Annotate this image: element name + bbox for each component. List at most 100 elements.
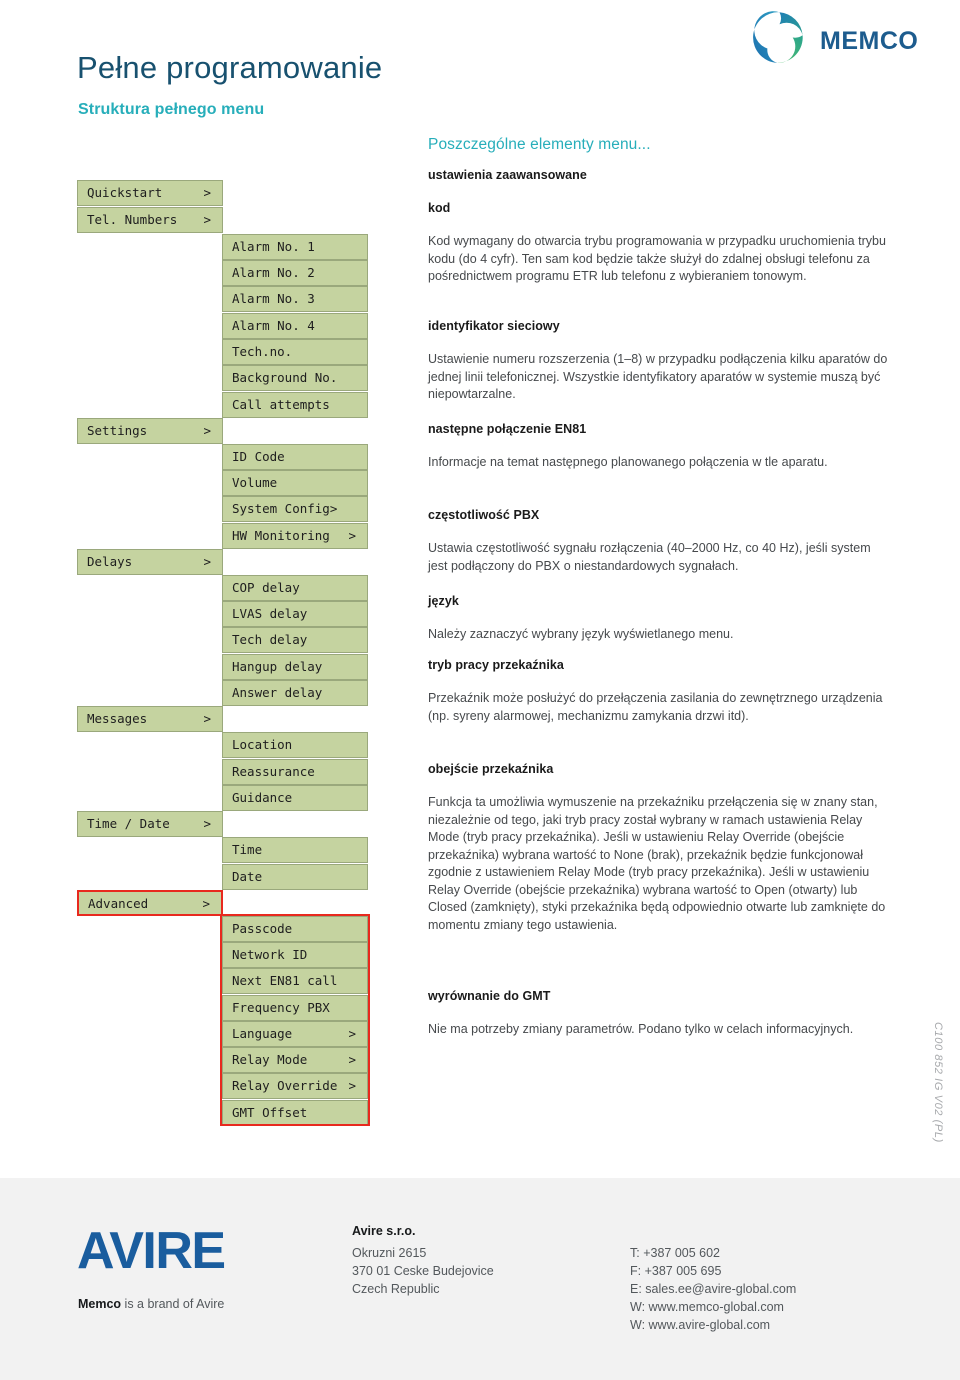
menu-item-label: ID Code [232,449,285,464]
chevron-right-icon: > [348,1078,356,1093]
chevron-right-icon: > [203,185,211,200]
chevron-right-icon: > [203,423,211,438]
menu-item[interactable]: Language > [222,1021,368,1047]
menu-item[interactable]: Network ID [222,942,368,968]
menu-item[interactable]: Time [222,837,368,863]
menu-item-label: Language [232,1026,293,1041]
menu-item[interactable]: Relay Override > [222,1073,368,1099]
chevron-right-icon: > [203,711,211,726]
menu-item-label: System Config> [232,501,338,516]
menu-item[interactable]: Alarm No. 3 [222,286,368,312]
details-section-title: ustawienia zaawansowane [428,168,587,182]
page-footer: AVIRE Memco is a brand of Avire Avire s.… [0,1178,960,1380]
menu-item-label: Alarm No. 3 [232,291,315,306]
menu-item-label: Call attempts [232,397,330,412]
chevron-right-icon: > [203,212,211,227]
menu-item-label: Date [232,869,263,884]
memco-logo: MEMCO [752,10,932,66]
menu-item[interactable]: Alarm No. 4 [222,313,368,339]
contact-details: T: +387 005 602 F: +387 005 695 E: sales… [630,1244,796,1334]
menu-item[interactable]: Volume [222,470,368,496]
menu-item[interactable]: Relay Mode > [222,1047,368,1073]
menu-item-label: Guidance [232,790,293,805]
menu-item[interactable]: Hangup delay [222,654,368,680]
menu-item-label: Tech delay [232,632,308,647]
detail-term: identyfikator sieciowy [428,319,560,333]
menu-item[interactable]: Tech delay [222,627,368,653]
chevron-right-icon: > [202,896,210,911]
chevron-right-icon: > [203,816,211,831]
menu-item[interactable]: LVAS delay [222,601,368,627]
brand-suffix: is a brand of Avire [121,1297,225,1311]
menu-item[interactable]: Frequency PBX [222,995,368,1021]
contact-web-avire[interactable]: W: www.avire-global.com [630,1316,796,1334]
menu-item[interactable]: Advanced > [77,890,223,916]
details-heading: Poszczególne elementy menu... [428,136,651,153]
detail-term: kod [428,201,451,215]
contact-web-memco[interactable]: W: www.memco-global.com [630,1298,796,1316]
menu-item-label: Relay Mode [232,1052,308,1067]
menu-item-label: HW Monitoring [232,528,330,543]
menu-item[interactable]: Alarm No. 1 [222,234,368,260]
menu-item[interactable]: System Config> [222,496,368,522]
detail-term: język [428,594,459,608]
menu-item[interactable]: Background No. [222,365,368,391]
menu-item[interactable]: Reassurance [222,759,368,785]
menu-item[interactable]: Tech.no. [222,339,368,365]
address-line: Okruzni 2615 [352,1246,427,1260]
contact-fax: F: +387 005 695 [630,1264,722,1278]
menu-item-label: Relay Override [232,1078,338,1093]
chevron-right-icon: > [348,528,356,543]
menu-item[interactable]: Alarm No. 2 [222,260,368,286]
menu-item-label: Alarm No. 4 [232,318,315,333]
menu-item-label: Time / Date [87,816,170,831]
detail-term: obejście przekaźnika [428,762,554,776]
document-code: C100 852 IG V02 (PL) [932,1022,944,1143]
detail-description: Nie ma potrzeby zmiany parametrów. Podan… [428,1022,854,1036]
menu-item-label: Delays [87,554,133,569]
menu-item[interactable]: ID Code [222,444,368,470]
menu-item[interactable]: HW Monitoring > [222,523,368,549]
address-line: Czech Republic [352,1282,440,1296]
menu-item-label: LVAS delay [232,606,308,621]
menu-item[interactable]: Tel. Numbers > [77,207,223,233]
menu-item[interactable]: Answer delay [222,680,368,706]
contact-phone: T: +387 005 602 [630,1246,721,1260]
chevron-right-icon: > [203,554,211,569]
menu-item[interactable]: Call attempts [222,392,368,418]
menu-item-label: Messages [87,711,148,726]
menu-item[interactable]: Quickstart > [77,180,223,206]
menu-item-label: Location [232,737,293,752]
menu-item[interactable]: Location [222,732,368,758]
detail-description: Funkcja ta umożliwia wymuszenie na przek… [428,795,886,932]
menu-item[interactable]: GMT Offset [222,1100,368,1126]
menu-item[interactable]: Passcode [222,916,368,942]
menu-item-label: Quickstart [87,185,163,200]
contact-email[interactable]: E: sales.ee@avire-global.com [630,1280,796,1298]
menu-item[interactable]: COP delay [222,575,368,601]
menu-item-label: Next EN81 call [232,973,338,988]
menu-item[interactable]: Date [222,864,368,890]
brand-line: Memco is a brand of Avire [78,1297,224,1311]
menu-item[interactable]: Guidance [222,785,368,811]
menu-item[interactable]: Delays > [77,549,223,575]
menu-item-label: GMT Offset [232,1105,308,1120]
detail-term: częstotliwość PBX [428,508,540,522]
chevron-right-icon: > [348,1052,356,1067]
menu-structure-diagram: Quickstart > Tel. Numbers > Settings > Delays >… [0,0,400,1140]
menu-item-label: Network ID [232,947,308,962]
menu-item[interactable]: Settings > [77,418,223,444]
menu-item-label: COP delay [232,580,300,595]
detail-description: Ustawia częstotliwość sygnału rozłączeni… [428,541,871,573]
menu-item-label: Alarm No. 1 [232,239,315,254]
menu-item-label: Passcode [232,921,293,936]
detail-description: Ustawienie numeru rozszerzenia (1–8) w p… [428,352,888,401]
menu-item[interactable]: Messages > [77,706,223,732]
menu-item-label: Answer delay [232,685,323,700]
menu-item[interactable]: Time / Date > [77,811,223,837]
detail-term: następne połączenie EN81 [428,422,587,436]
company-address: Avire s.r.o. Okruzni 2615 370 01 Ceske B… [352,1222,494,1298]
menu-item[interactable]: Next EN81 call [222,968,368,994]
company-name: Avire s.r.o. [352,1224,416,1238]
chevron-right-icon: > [348,1026,356,1041]
